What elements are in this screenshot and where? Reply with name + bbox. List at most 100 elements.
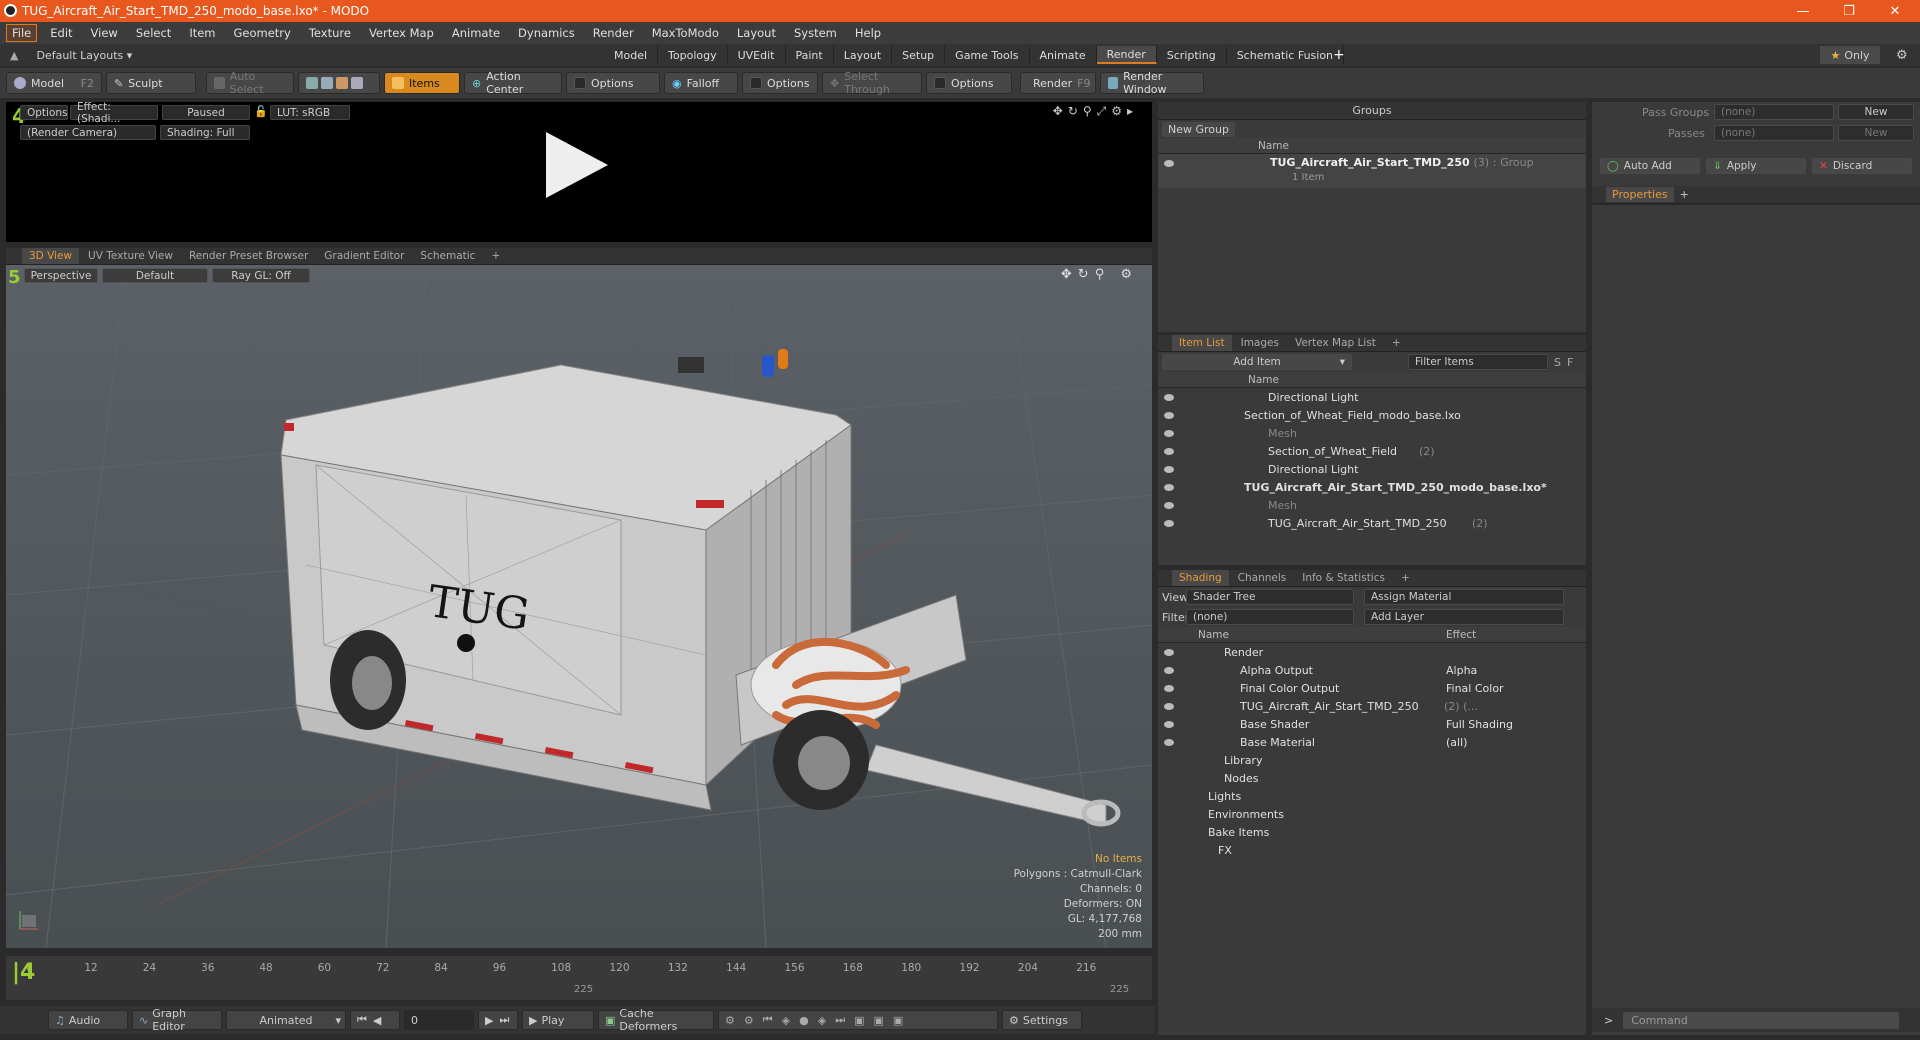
layout-tab-schematic-fusion[interactable]: Schematic Fusion — [1227, 46, 1345, 64]
eye-icon[interactable] — [1164, 685, 1174, 692]
animated-dropdown[interactable]: Animated ▾ — [226, 1010, 346, 1030]
key-tool-icon[interactable]: ⚙ — [725, 1014, 735, 1027]
model-button[interactable]: Model F2 — [6, 72, 102, 94]
key-next-icon[interactable]: ⏭ — [835, 1013, 845, 1027]
viewport-nav-controls[interactable]: ✥↻⚲ ⚙ — [1061, 267, 1138, 282]
eye-icon[interactable] — [1164, 721, 1174, 728]
group-row[interactable]: TUG_Aircraft_Air_Start_TMD_250 (3) : Gro… — [1158, 154, 1586, 188]
tab-gradient-editor[interactable]: Gradient Editor — [317, 248, 411, 264]
layout-tab-scripting[interactable]: Scripting — [1157, 46, 1227, 64]
add-tab-icon[interactable]: + — [1680, 188, 1689, 201]
add-item-dropdown[interactable]: Add Item ▾ — [1162, 354, 1352, 370]
layout-tab-game-tools[interactable]: Game Tools — [945, 46, 1030, 64]
eye-icon[interactable] — [1164, 502, 1174, 509]
key-record-icon[interactable]: ● — [799, 1014, 809, 1027]
eye-icon[interactable] — [1164, 160, 1174, 167]
key-tool-icon[interactable]: ▣ — [874, 1014, 884, 1027]
item-list-row[interactable]: TUG_Aircraft_Air_Start_TMD_250 (2) — [1158, 514, 1586, 532]
shader-tree-row[interactable]: Environments — [1158, 805, 1586, 823]
sculpt-button[interactable]: ✎ Sculpt — [106, 72, 196, 94]
paused-button[interactable]: Paused — [162, 105, 250, 120]
add-tab-icon[interactable]: + — [1394, 570, 1417, 586]
menu-view[interactable]: View — [82, 26, 127, 40]
render-camera-dropdown[interactable]: (Render Camera) — [20, 125, 156, 140]
vertex-mode-icon[interactable] — [306, 77, 318, 89]
menu-vertex-map[interactable]: Vertex Map — [360, 26, 443, 40]
eye-icon[interactable] — [1164, 703, 1174, 710]
restore-icon[interactable]: ❐ — [1826, 0, 1872, 22]
render-window-button[interactable]: Render Window — [1100, 70, 1204, 96]
new-group-button[interactable]: New Group — [1158, 120, 1586, 138]
shader-tree-row[interactable]: TUG_Aircraft_Air_Start_TMD_250 (2) (... — [1158, 697, 1586, 715]
key-icon[interactable]: ◈ — [782, 1014, 790, 1027]
pass-groups-dropdown[interactable]: (none) — [1714, 104, 1834, 120]
next-frame-icon[interactable]: ▶ — [485, 1014, 493, 1027]
tab-item-list[interactable]: Item List — [1172, 335, 1232, 351]
settings-button[interactable]: ⚙ Settings — [1002, 1010, 1082, 1030]
shader-tree-row[interactable]: Base Material (all) — [1158, 733, 1586, 751]
menu-animate[interactable]: Animate — [443, 26, 509, 40]
menu-system[interactable]: System — [785, 26, 846, 40]
timeline-marker-icon[interactable]: |4 — [12, 960, 35, 985]
step-forward-controls[interactable]: ▶ ⏭ — [478, 1010, 518, 1030]
edge-mode-icon[interactable] — [321, 77, 333, 89]
tab-images[interactable]: Images — [1234, 335, 1286, 351]
properties-tab[interactable]: Properties — [1606, 187, 1674, 202]
play-icon[interactable] — [544, 130, 610, 200]
item-list-row[interactable]: Section_of_Wheat_Field_modo_base.lxo — [1158, 406, 1586, 424]
eye-icon[interactable] — [1164, 412, 1174, 419]
eye-icon[interactable] — [1164, 430, 1174, 437]
timeline[interactable]: 0 12 24 36 48 60 72 84 96 108 120 132 144 156 168 180 19… — [6, 956, 1152, 1000]
shader-tree-row[interactable]: Final Color Output Final Color — [1158, 679, 1586, 697]
play-button[interactable]: ▶ Play — [522, 1010, 594, 1030]
checkbox-icon[interactable] — [574, 77, 586, 89]
eye-icon[interactable] — [1164, 520, 1174, 527]
menu-file[interactable]: File — [6, 24, 38, 42]
shader-effect[interactable]: Alpha — [1446, 664, 1477, 677]
cache-deformers-button[interactable]: ▣ Cache Deformers — [598, 1007, 714, 1033]
new-pass-button[interactable]: New — [1838, 125, 1914, 141]
item-list-row[interactable]: Directional Light — [1158, 460, 1586, 478]
perspective-dropdown[interactable]: Perspective — [24, 268, 98, 283]
menu-geometry[interactable]: Geometry — [225, 26, 300, 40]
menu-layout[interactable]: Layout — [728, 26, 785, 40]
shader-tree-row[interactable]: Nodes — [1158, 769, 1586, 787]
item-list-row[interactable]: TUG_Aircraft_Air_Start_TMD_250_modo_base… — [1158, 478, 1586, 496]
render-options-button[interactable]: Options — [20, 105, 68, 120]
discard-button[interactable]: ✕ Discard — [1812, 158, 1912, 174]
tab-vertex-map-list[interactable]: Vertex Map List — [1288, 335, 1383, 351]
keyframe-tools[interactable]: ⚙ ⚙ ⏮ ◈ ● ◈ ⏭ ▣ ▣ ▣ — [718, 1010, 998, 1030]
add-layout-icon[interactable]: + — [1333, 47, 1345, 63]
key-tool-icon[interactable]: ▣ — [893, 1014, 903, 1027]
menu-select[interactable]: Select — [127, 26, 180, 40]
select-through-button[interactable]: ✥ Select Through — [822, 70, 922, 96]
step-back-controls[interactable]: ⏮ ◀ — [350, 1010, 400, 1030]
apply-button[interactable]: ⇓ Apply — [1706, 158, 1806, 174]
key-prev-icon[interactable]: ⏮ — [763, 1013, 773, 1027]
shader-effect[interactable]: Final Color — [1446, 682, 1504, 695]
eye-icon[interactable] — [1164, 667, 1174, 674]
checkbox-icon[interactable] — [750, 77, 762, 89]
assign-material-dropdown[interactable]: Assign Material — [1364, 589, 1564, 605]
tab-3d-view[interactable]: 3D View — [22, 248, 80, 264]
layout-tab-model[interactable]: Model — [604, 46, 659, 64]
render-button[interactable]: Render F9 — [1020, 72, 1096, 94]
menu-render[interactable]: Render — [584, 26, 643, 40]
frame-field[interactable]: 0 — [404, 1010, 474, 1030]
item-list-row[interactable]: Mesh — [1158, 424, 1586, 442]
selection-modes[interactable] — [298, 72, 380, 94]
polygon-mode-icon[interactable] — [336, 77, 348, 89]
audio-button[interactable]: ♫ Audio — [48, 1010, 128, 1030]
options-button-1[interactable]: Options — [566, 72, 660, 94]
tug-vehicle[interactable] — [280, 349, 1121, 827]
layout-tab-setup[interactable]: Setup — [892, 46, 946, 64]
shader-effect[interactable]: (all) — [1446, 736, 1467, 749]
close-icon[interactable]: ✕ — [1872, 0, 1918, 22]
menu-maxtomodo[interactable]: MaxToModo — [643, 26, 728, 40]
layout-tab-paint[interactable]: Paint — [786, 46, 834, 64]
shader-tree-row[interactable]: Lights — [1158, 787, 1586, 805]
shader-tree-row[interactable]: Alpha Output Alpha — [1158, 661, 1586, 679]
prev-frame-icon[interactable]: ◀ — [373, 1014, 381, 1027]
material-mode-icon[interactable] — [351, 77, 363, 89]
auto-add-button[interactable]: ◯ Auto Add — [1600, 158, 1700, 174]
